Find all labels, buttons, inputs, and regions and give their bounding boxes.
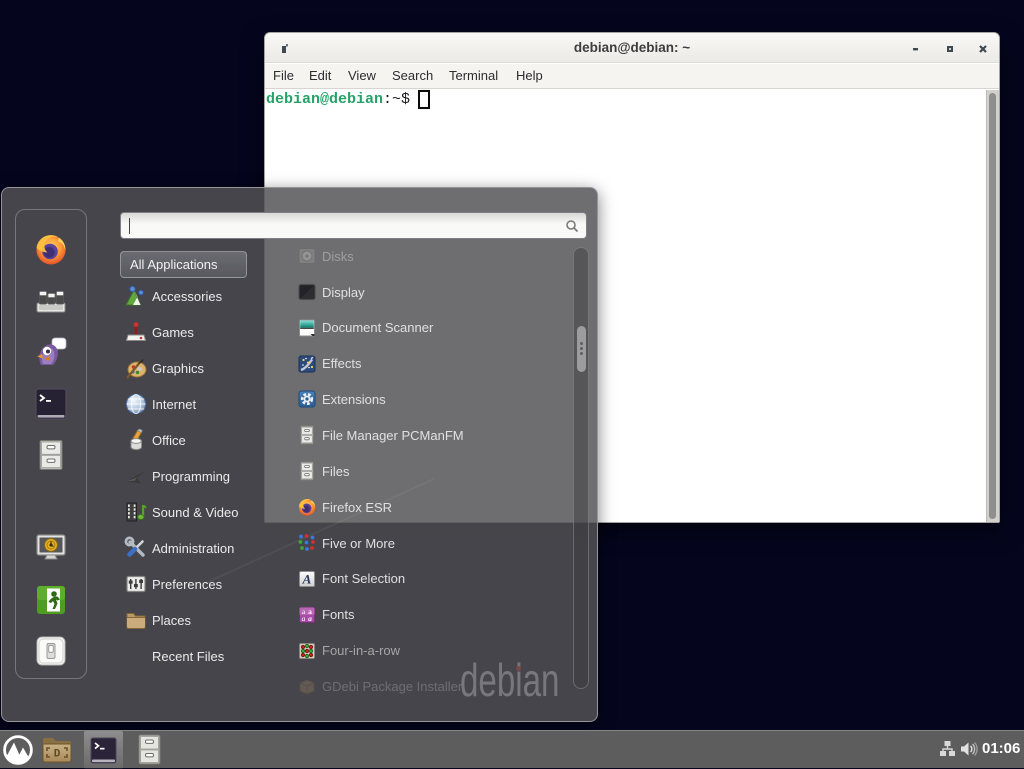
svg-text:a: a (308, 614, 312, 623)
svg-text:D: D (54, 749, 61, 761)
svg-text:a: a (302, 614, 306, 623)
svg-text:A: A (302, 571, 312, 586)
